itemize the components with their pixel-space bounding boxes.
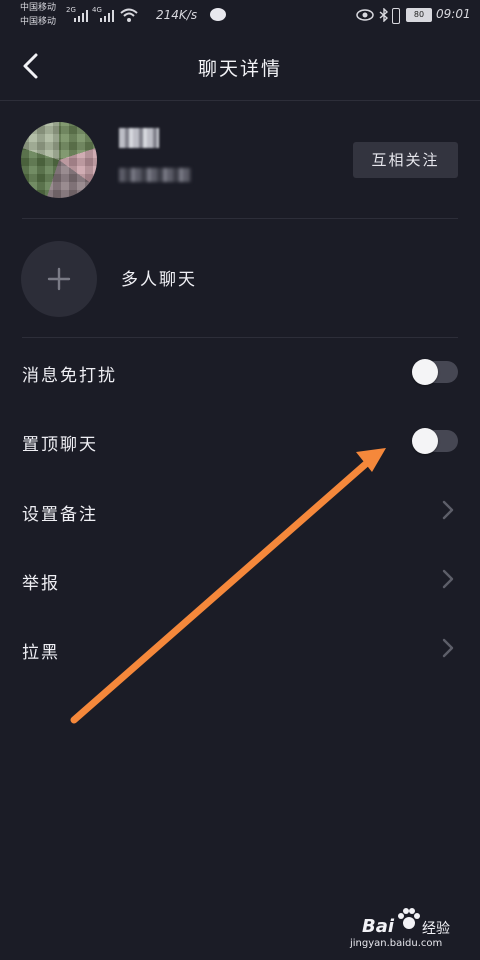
watermark-brand-cn: 经验 — [422, 921, 450, 937]
watermark-brand: Bai — [362, 916, 395, 937]
annotation-arrow — [70, 448, 386, 724]
arrow-icon — [70, 458, 372, 724]
paw-icon — [398, 908, 420, 929]
watermark-url: jingyan.baidu.com — [350, 938, 443, 949]
baidu-watermark: Bai 经验 jingyan.baidu.com — [348, 900, 468, 950]
